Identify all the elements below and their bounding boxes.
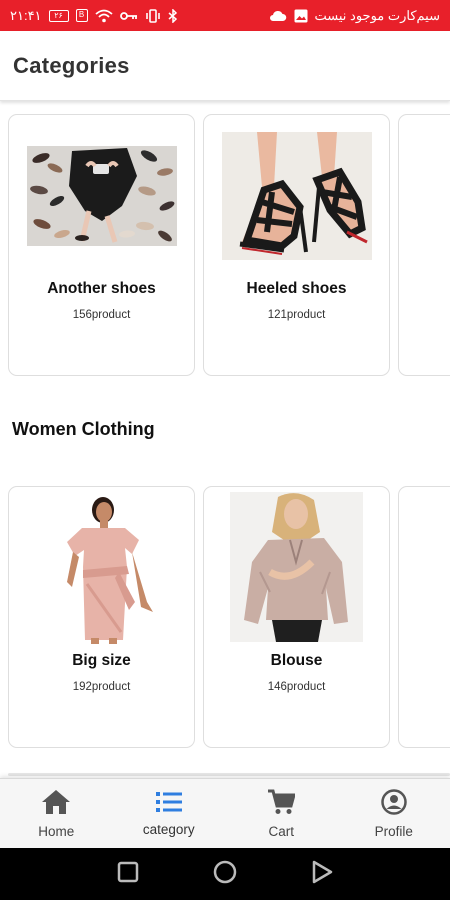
- gallery-icon: [294, 8, 308, 24]
- category-name: Blouse: [270, 652, 323, 669]
- blouse-image: [230, 492, 363, 642]
- back-button[interactable]: [311, 860, 333, 889]
- carrier-text: سیم‌کارت موجود نیست: [314, 7, 440, 23]
- nav-label: Cart: [268, 823, 294, 839]
- category-count: 192product: [72, 681, 131, 693]
- category-name: Heeled shoes: [246, 280, 347, 297]
- pink-dress-image: [27, 492, 177, 644]
- category-card[interactable]: Another shoes 156product: [8, 114, 195, 376]
- divider: [8, 773, 450, 776]
- battery-icon: ۲۶: [48, 8, 69, 24]
- list-icon: [155, 791, 183, 818]
- status-right: سیم‌کارت موجود نیست: [269, 8, 440, 24]
- key-icon: [119, 8, 138, 24]
- category-card-partial[interactable]: [398, 114, 450, 376]
- nav-label: category: [142, 821, 195, 837]
- category-card[interactable]: Heeled shoes 121product: [203, 114, 390, 376]
- category-card-partial[interactable]: [398, 486, 450, 748]
- category-count: 146product: [267, 681, 326, 693]
- nav-cart[interactable]: Cart: [225, 779, 338, 848]
- profile-icon: [381, 788, 407, 820]
- system-navigation-bar: [0, 848, 450, 900]
- nav-label: Home: [38, 823, 75, 839]
- wifi-icon: [94, 8, 113, 24]
- battery-level: ۲۶: [48, 9, 69, 22]
- category-row[interactable]: Big size 192product Blouse 146product: [0, 486, 450, 750]
- cart-icon: [267, 789, 297, 820]
- category-count: 156product: [72, 309, 131, 321]
- nav-category[interactable]: category: [113, 779, 226, 848]
- recents-button[interactable]: [117, 861, 139, 888]
- bluetooth-icon: [168, 8, 178, 24]
- nav-label: Profile: [374, 823, 413, 839]
- bottom-navigation: Home category Cart Profile: [0, 778, 450, 848]
- status-left: ۲۱:۴۱ ۲۶ B: [10, 8, 178, 24]
- clock: ۲۱:۴۱: [10, 7, 42, 23]
- app-bar: Categories: [0, 31, 450, 101]
- home-button[interactable]: [213, 860, 237, 889]
- cloud-icon: [269, 8, 287, 24]
- status-bar: ۲۱:۴۱ ۲۶ B سیم‌کارت موجود نیست: [0, 0, 450, 31]
- category-name: Another shoes: [47, 280, 156, 297]
- shoes-collection-image: [27, 146, 177, 246]
- page-title: Categories: [13, 52, 130, 78]
- category-card[interactable]: Blouse 146product: [203, 486, 390, 748]
- category-count: 121product: [267, 309, 326, 321]
- nav-home[interactable]: Home: [0, 779, 113, 848]
- category-list[interactable]: Another shoes 156product Heeled shoes 12…: [0, 101, 450, 778]
- category-name: Big size: [72, 652, 131, 669]
- section-title: Women Clothing: [12, 419, 155, 439]
- home-icon: [41, 789, 71, 820]
- category-card[interactable]: Big size 192product: [8, 486, 195, 748]
- category-row[interactable]: Another shoes 156product Heeled shoes 12…: [0, 114, 450, 378]
- b-app-icon: B: [75, 8, 88, 24]
- nav-profile[interactable]: Profile: [338, 779, 450, 848]
- heeled-sandals-image: [222, 132, 372, 260]
- vibrate-icon: [145, 8, 161, 24]
